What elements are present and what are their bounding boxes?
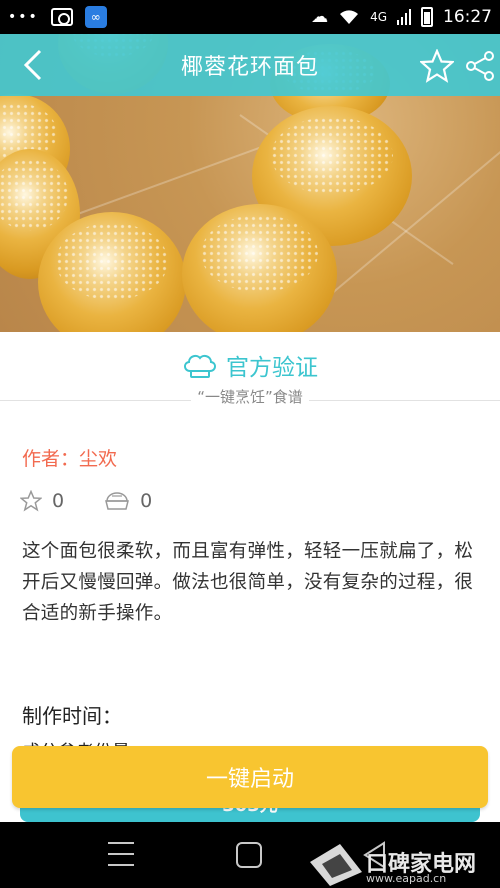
star-icon[interactable]	[20, 490, 42, 512]
signal-icon	[397, 9, 411, 25]
recipe-stats: 0 0	[20, 490, 152, 512]
app-bar: 椰蓉花环面包	[0, 34, 500, 96]
wifi-icon	[340, 10, 359, 24]
battery-icon	[421, 7, 433, 27]
cloud-icon: ☁	[311, 7, 329, 27]
recipe-author[interactable]: 作者：尘欢	[22, 444, 117, 471]
favorites-count: 0	[52, 490, 65, 512]
cooked-count: 0	[140, 490, 153, 512]
page-title: 椰蓉花环面包	[180, 55, 319, 80]
status-bar: ••• ∞ ☁ 4G 16:27	[0, 0, 500, 34]
watermark-url: www.eapad.cn	[366, 872, 447, 885]
menu-icon[interactable]	[108, 842, 134, 866]
chef-hat-icon	[184, 354, 216, 378]
chevron-left-icon	[23, 49, 42, 81]
verify-title: 官方验证	[226, 355, 318, 381]
recipe-description: 这个面包很柔软，而且富有弹性，轻轻一压就扁了，松开后又慢慢回弹。做法也很简单，没…	[22, 541, 474, 624]
favorite-button[interactable]	[418, 47, 456, 85]
one-click-start-button[interactable]: 一键启动	[12, 746, 488, 808]
share-button[interactable]	[462, 47, 498, 85]
clock: 16:27	[443, 7, 492, 27]
pot-icon[interactable]	[104, 490, 130, 512]
app-notification-icon: ∞	[84, 6, 107, 28]
share-icon	[466, 51, 494, 81]
verify-subtitle: “一键烹饪”食谱	[191, 388, 309, 406]
notification-dots: •••	[8, 9, 39, 25]
recipe-detail-page: ••• ∞ ☁ 4G 16:27 椰蓉花环面包 官方验证 “一键烹饪”食谱 作者…	[0, 0, 500, 888]
network-type: 4G	[370, 10, 387, 24]
cook-time-label: 制作时间：	[22, 704, 122, 728]
screenshot-icon	[50, 8, 73, 26]
star-outline-icon	[420, 49, 454, 83]
back-button[interactable]	[16, 46, 50, 84]
official-verification: 官方验证 “一键烹饪”食谱	[0, 348, 500, 408]
home-icon[interactable]	[236, 842, 262, 868]
